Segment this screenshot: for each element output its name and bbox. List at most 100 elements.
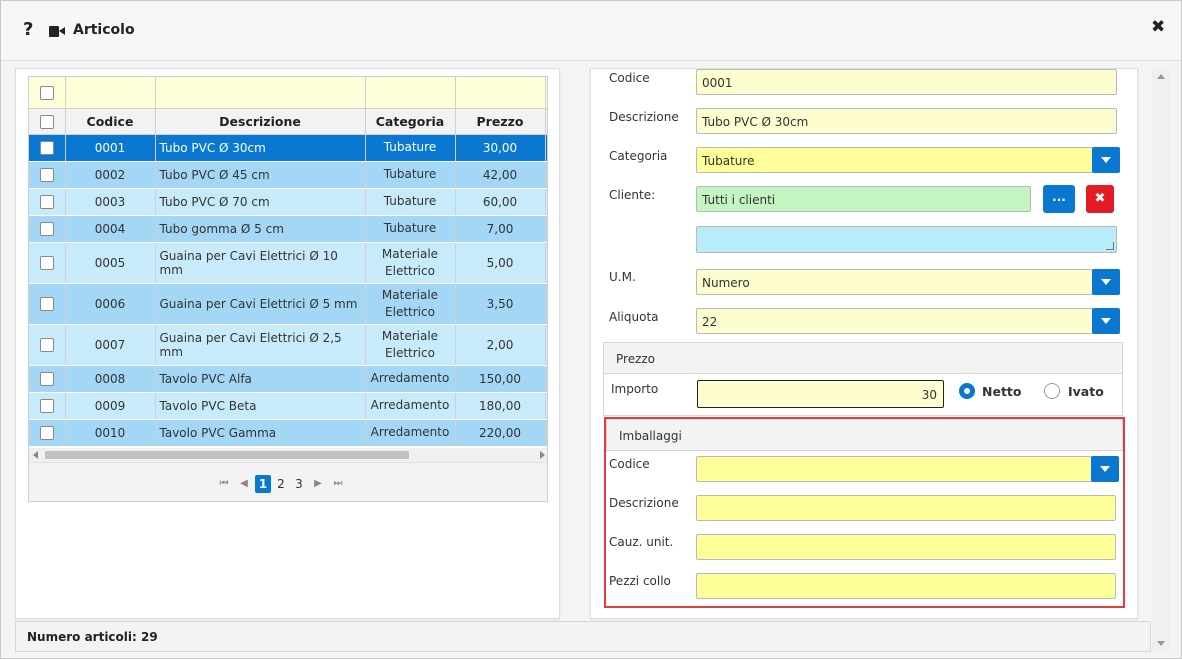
imb-descrizione-label: Descrizione (609, 496, 679, 510)
categoria-dropdown-button[interactable] (1092, 147, 1120, 173)
netto-radio[interactable] (959, 383, 975, 399)
next-page-icon[interactable]: ▶ (309, 475, 327, 493)
row-checkbox[interactable] (39, 140, 54, 155)
codice-field[interactable]: 0001 (696, 69, 1117, 95)
chevron-down-icon (1100, 466, 1110, 472)
importo-label: Importo (611, 382, 659, 396)
select-all-checkbox[interactable] (39, 114, 54, 129)
row-checkbox[interactable] (39, 221, 54, 236)
column-header-codice[interactable]: Codice (65, 108, 156, 135)
row-checkbox[interactable] (39, 371, 54, 386)
page-2-button[interactable]: 2 (273, 475, 289, 493)
table-row[interactable]: 0003 Tubo PVC Ø 70 cm Tubature 60,00 (29, 188, 547, 216)
row-checkbox[interactable] (39, 167, 54, 182)
cell-code: 0001 (65, 134, 156, 162)
title-bar: ? Articolo ✖ (1, 1, 1181, 61)
horizontal-scrollbar[interactable] (29, 448, 547, 462)
cliente-notes-textarea[interactable] (696, 226, 1117, 253)
table-row[interactable]: 0005 Guaina per Cavi Elettrici Ø 10 mm M… (29, 242, 547, 284)
ivato-label[interactable]: Ivato (1068, 384, 1104, 399)
cell-price: 30,00 (455, 134, 546, 162)
aliquota-select[interactable]: 22 (696, 308, 1093, 334)
filter-cell-codice[interactable] (65, 77, 156, 109)
cell-description: Tubo PVC Ø 45 cm (155, 161, 366, 189)
video-camera-icon[interactable] (49, 26, 65, 37)
filter-checkbox[interactable] (39, 85, 54, 100)
row-checkbox[interactable] (39, 337, 54, 352)
aliquota-label: Aliquota (609, 310, 659, 324)
imb-pezzi-field[interactable] (696, 573, 1116, 599)
column-header-prezzo[interactable]: Prezzo (455, 108, 546, 135)
close-icon[interactable]: ✖ (1151, 17, 1165, 37)
cell-category: Tubature (365, 188, 456, 216)
table-row[interactable]: 0008 Tavolo PVC Alfa Arredamento 150,00 (29, 365, 547, 393)
cliente-browse-button[interactable]: ... (1043, 185, 1075, 213)
um-select[interactable]: Numero (696, 269, 1093, 295)
category-line: Materiale (381, 328, 439, 343)
um-label: U.M. (609, 270, 636, 284)
table-row[interactable]: 0007 Guaina per Cavi Elettrici Ø 2,5 mm … (29, 324, 547, 366)
cell-description: Tubo gomma Ø 5 cm (155, 215, 366, 243)
codice-label: Codice (609, 71, 650, 85)
scroll-down-icon[interactable] (1157, 641, 1165, 646)
page-1-button[interactable]: 1 (255, 475, 271, 493)
row-checkbox[interactable] (39, 425, 54, 440)
scroll-up-icon[interactable] (1157, 74, 1165, 79)
cliente-clear-button[interactable]: ✖ (1086, 185, 1114, 213)
chevron-down-icon (1101, 279, 1111, 285)
cell-category: Arredamento (365, 392, 456, 420)
imb-cauz-field[interactable] (696, 534, 1116, 560)
table-row[interactable]: 0006 Guaina per Cavi Elettrici Ø 5 mm Ma… (29, 283, 547, 325)
row-checkbox[interactable] (39, 398, 54, 413)
row-checkbox[interactable] (39, 255, 54, 270)
scroll-left-icon[interactable] (33, 451, 38, 459)
cell-price: 7,00 (455, 215, 546, 243)
filter-cell-descrizione[interactable] (155, 77, 366, 109)
ivato-radio[interactable] (1044, 383, 1060, 399)
imb-codice-label: Codice (609, 457, 650, 471)
resize-grip-icon[interactable] (1106, 242, 1114, 250)
netto-label[interactable]: Netto (982, 384, 1021, 399)
column-header-categoria[interactable]: Categoria (365, 108, 456, 135)
cell-category: Tubature (365, 161, 456, 189)
vertical-scrollbar[interactable] (1152, 68, 1170, 652)
filter-cell-prezzo[interactable] (455, 77, 546, 109)
page-3-button[interactable]: 3 (291, 475, 307, 493)
question-icon[interactable]: ? (23, 19, 33, 40)
table-row[interactable]: 0001 Tubo PVC Ø 30cm Tubature 30,00 (29, 134, 547, 162)
cell-code: 0004 (65, 215, 156, 243)
table-row[interactable]: 0002 Tubo PVC Ø 45 cm Tubature 42,00 (29, 161, 547, 189)
cell-category: Arredamento (365, 365, 456, 393)
cell-code: 0009 (65, 392, 156, 420)
cliente-label: Cliente: (609, 188, 656, 202)
chevron-down-icon (1101, 157, 1111, 163)
cell-code: 0003 (65, 188, 156, 216)
table-row[interactable]: 0010 Tavolo PVC Gamma Arredamento 220,00 (29, 419, 547, 447)
cell-price: 2,00 (455, 324, 546, 366)
prev-page-icon[interactable]: ◀ (235, 475, 253, 493)
column-header-descrizione[interactable]: Descrizione (155, 108, 366, 135)
descrizione-field[interactable]: Tubo PVC Ø 30cm (696, 108, 1117, 134)
cell-code: 0010 (65, 419, 156, 447)
last-page-icon[interactable]: ⏭ (329, 475, 347, 493)
pager-bar: ⏮ ◀ 1 2 3 ▶ ⏭ (29, 462, 547, 501)
scrollbar-thumb[interactable] (45, 451, 409, 459)
cell-description: Tubo PVC Ø 70 cm (155, 188, 366, 216)
aliquota-dropdown-button[interactable] (1092, 308, 1120, 334)
um-dropdown-button[interactable] (1092, 269, 1120, 295)
first-page-icon[interactable]: ⏮ (215, 475, 233, 493)
scroll-right-icon[interactable] (540, 451, 545, 459)
filter-cell-categoria[interactable] (365, 77, 456, 109)
imb-descrizione-field[interactable] (696, 495, 1116, 521)
table-row[interactable]: 0009 Tavolo PVC Beta Arredamento 180,00 (29, 392, 547, 420)
imb-codice-dropdown-button[interactable] (1091, 456, 1119, 482)
cliente-field[interactable]: Tutti i clienti (696, 186, 1031, 212)
cell-price: 150,00 (455, 365, 546, 393)
imb-codice-select[interactable] (696, 456, 1092, 482)
prezzo-section-title: Prezzo (616, 352, 656, 366)
row-checkbox[interactable] (39, 194, 54, 209)
importo-field[interactable]: 30 (697, 380, 944, 408)
categoria-select[interactable]: Tubature (696, 147, 1093, 173)
row-checkbox[interactable] (39, 296, 54, 311)
table-row[interactable]: 0004 Tubo gomma Ø 5 cm Tubature 7,00 (29, 215, 547, 243)
